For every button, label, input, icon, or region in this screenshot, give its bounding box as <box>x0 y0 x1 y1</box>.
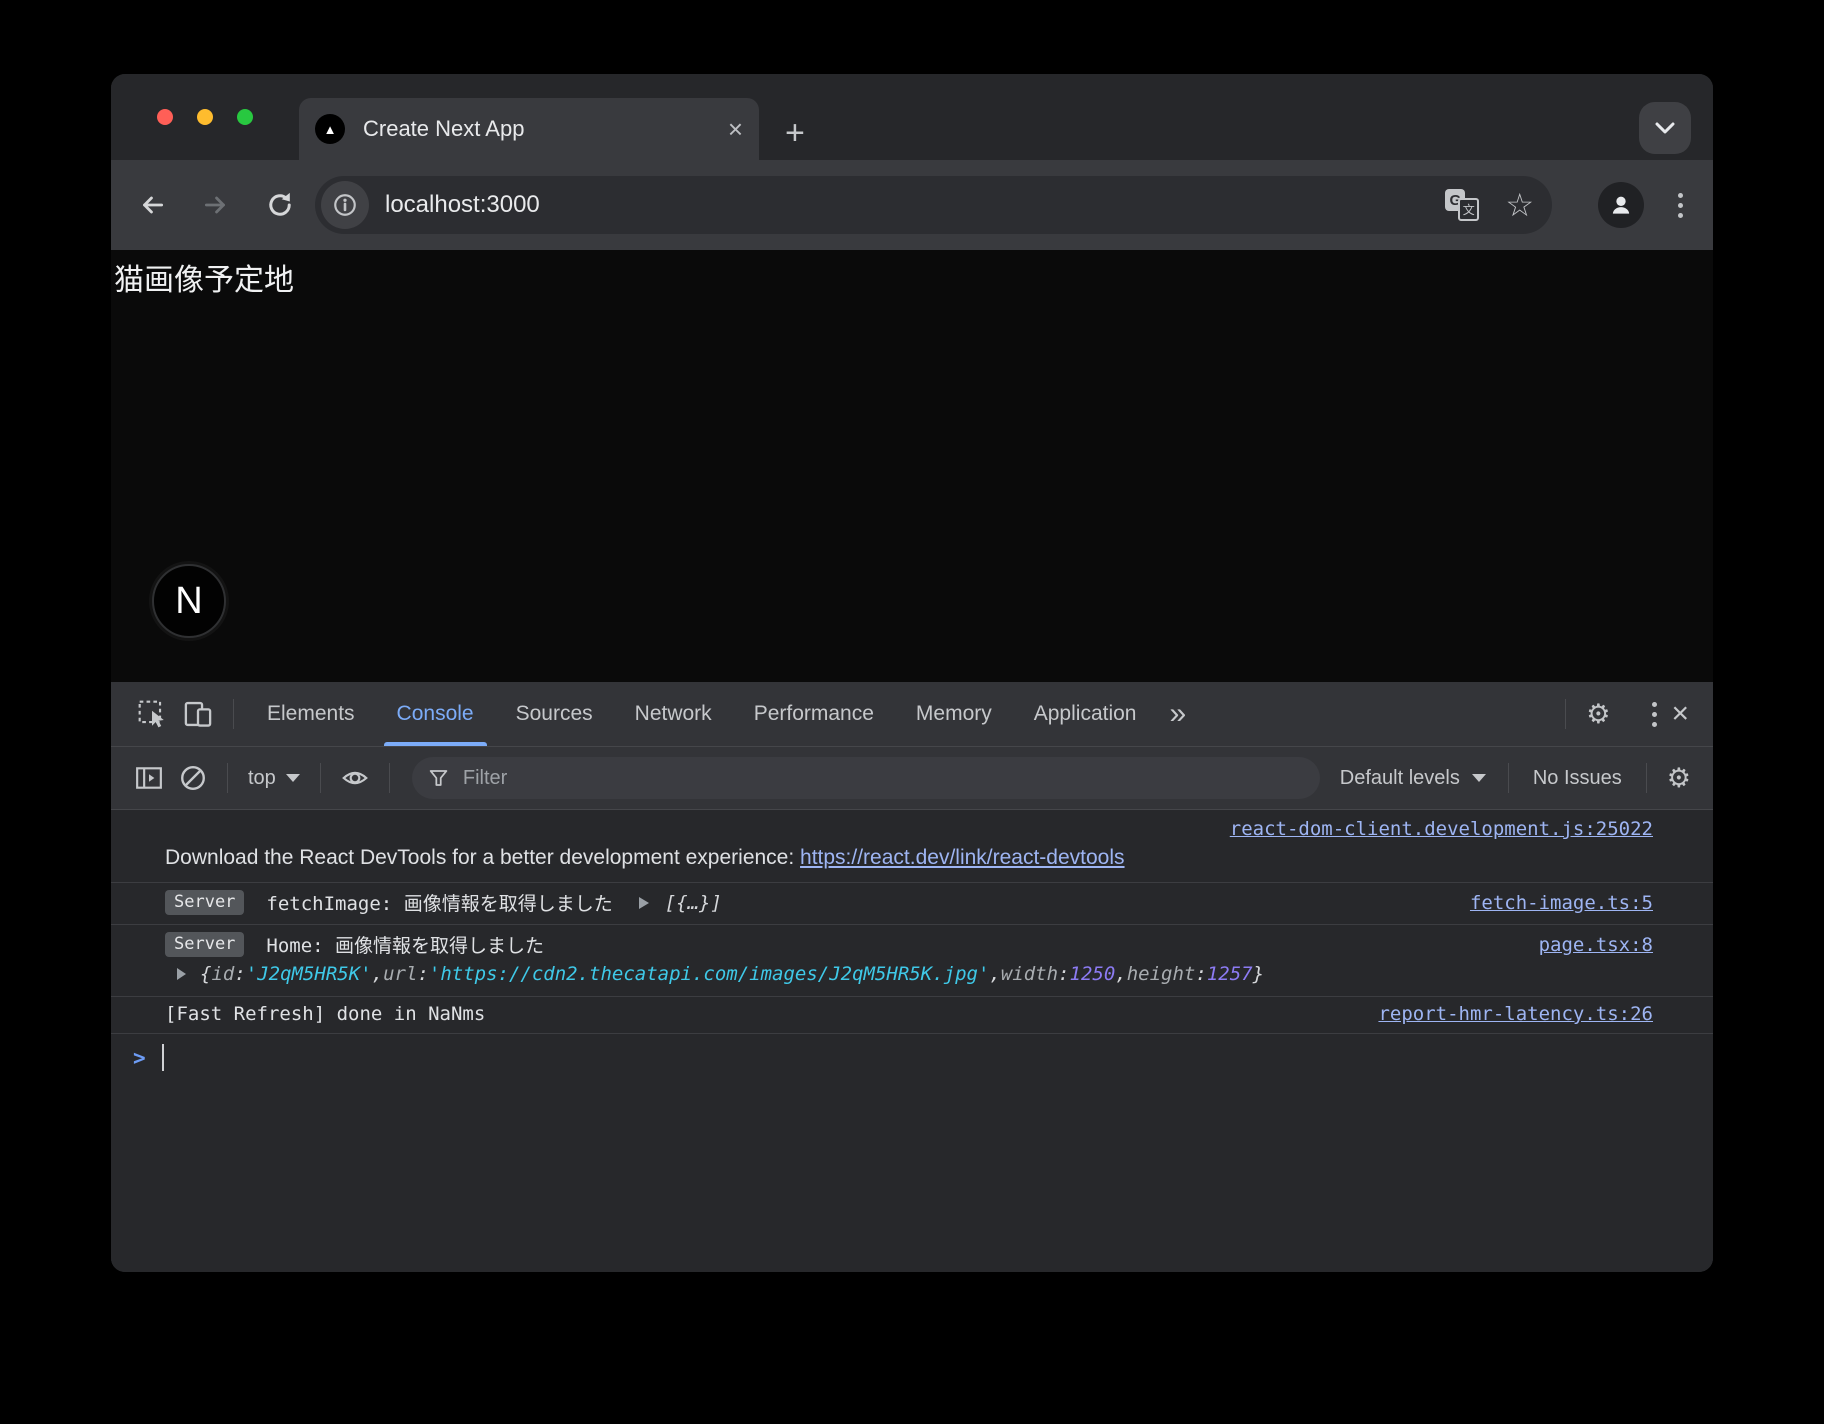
bookmark-star-icon[interactable]: ☆ <box>1505 189 1534 221</box>
devtools-tab-bar: Elements Console Sources Network Perform… <box>111 682 1713 747</box>
circle-slash-icon <box>179 764 207 792</box>
minimize-window-button[interactable] <box>197 109 213 125</box>
issues-counter[interactable]: No Issues <box>1521 767 1634 790</box>
expand-triangle-icon[interactable] <box>639 897 649 909</box>
chevron-down-icon <box>286 774 300 782</box>
more-tabs-icon[interactable]: » <box>1157 699 1198 729</box>
inspect-cursor-icon <box>137 699 167 729</box>
devtools-settings-button[interactable]: ⚙ <box>1578 701 1618 728</box>
inspect-element-button[interactable] <box>129 699 175 729</box>
text-caret <box>162 1044 164 1071</box>
zoom-window-button[interactable] <box>237 109 253 125</box>
site-info-button[interactable] <box>321 181 369 229</box>
console-prompt[interactable]: > <box>111 1034 1713 1081</box>
expanded-object: {id: 'J2qM5HR5K', url: 'https://cdn2.the… <box>165 958 1653 988</box>
tab-console[interactable]: Console <box>376 682 495 746</box>
profile-avatar[interactable] <box>1598 182 1644 228</box>
console-messages: react-dom-client.development.js:25022 Do… <box>111 810 1713 1272</box>
source-link[interactable]: report-hmr-latency.ts:26 <box>1358 1003 1653 1025</box>
source-link[interactable]: page.tsx:8 <box>1519 934 1653 956</box>
back-button[interactable] <box>137 190 167 220</box>
info-icon <box>332 192 358 218</box>
url-text[interactable]: localhost:3000 <box>385 191 540 219</box>
console-toolbar: top Default l <box>111 747 1713 810</box>
tab-close-icon[interactable]: × <box>728 116 743 142</box>
live-expression-button[interactable] <box>333 764 377 792</box>
tab-search-button[interactable] <box>1639 102 1691 154</box>
console-filter[interactable] <box>412 757 1320 799</box>
tab-network[interactable]: Network <box>614 682 733 746</box>
translate-icon[interactable]: G 文 <box>1445 189 1479 221</box>
console-message-home: Server Home: 画像情報を取得しました page.tsx:8 {id:… <box>111 925 1713 997</box>
page-viewport: 猫画像予定地 N <box>111 250 1713 682</box>
page-heading: 猫画像予定地 <box>114 255 294 299</box>
nextjs-logo-letter: N <box>175 580 202 623</box>
filter-input[interactable] <box>461 766 1304 791</box>
log-levels-selector[interactable]: Default levels <box>1330 767 1496 790</box>
traffic-lights <box>157 74 253 160</box>
tab-application[interactable]: Application <box>1013 682 1158 746</box>
devtools-menu-button[interactable] <box>1648 698 1661 731</box>
source-link[interactable]: react-dom-client.development.js:25022 <box>1230 818 1653 840</box>
forward-button[interactable] <box>201 190 231 220</box>
devtools-close-icon[interactable]: × <box>1661 699 1699 729</box>
screen: ▲ Create Next App × + <box>0 0 1824 1424</box>
console-sidebar-button[interactable] <box>127 765 171 791</box>
browser-window: ▲ Create Next App × + <box>111 74 1713 1272</box>
browser-toolbar: localhost:3000 G 文 ☆ <box>111 160 1713 250</box>
chevron-down-icon <box>1472 774 1486 782</box>
console-message-fetchimage: Server fetchImage: 画像情報を取得しました [{…}] fet… <box>111 883 1713 925</box>
tab-strip: ▲ Create Next App × + <box>111 74 1713 160</box>
address-bar[interactable]: localhost:3000 G 文 ☆ <box>315 176 1552 234</box>
react-devtools-link[interactable]: https://react.dev/link/react-devtools <box>800 846 1125 869</box>
nextjs-favicon-icon: ▲ <box>315 114 345 144</box>
device-toolbar-button[interactable] <box>175 699 221 729</box>
tab-performance[interactable]: Performance <box>733 682 895 746</box>
console-message-fast-refresh: [Fast Refresh] done in NaNms report-hmr-… <box>111 997 1713 1034</box>
tab-title: Create Next App <box>363 116 524 142</box>
chevron-down-icon <box>1654 121 1676 135</box>
gear-icon: ⚙ <box>1667 765 1691 792</box>
message-text: [Fast Refresh] done in NaNms <box>165 1003 485 1025</box>
tab-memory[interactable]: Memory <box>895 682 1013 746</box>
new-tab-button[interactable]: + <box>777 116 813 150</box>
object-preview[interactable]: [{…}] <box>665 892 722 914</box>
person-icon <box>1608 192 1634 218</box>
message-text: Download the React DevTools for a better… <box>165 846 800 869</box>
clear-console-button[interactable] <box>171 764 215 792</box>
eye-icon <box>341 764 369 792</box>
console-settings-button[interactable]: ⚙ <box>1659 765 1699 792</box>
source-link[interactable]: fetch-image.ts:5 <box>1450 892 1653 914</box>
console-message-react-devtools: react-dom-client.development.js:25022 Do… <box>111 810 1713 883</box>
device-toolbar-icon <box>183 699 213 729</box>
message-text: fetchImage: 画像情報を取得しました <box>266 889 612 916</box>
context-selector[interactable]: top <box>240 767 308 790</box>
tab-elements[interactable]: Elements <box>246 682 376 746</box>
server-badge: Server <box>165 932 244 957</box>
gear-icon: ⚙ <box>1586 701 1610 728</box>
close-window-button[interactable] <box>157 109 173 125</box>
reload-button[interactable] <box>265 190 295 220</box>
prompt-chevron-icon: > <box>133 1046 146 1070</box>
expand-triangle-icon[interactable] <box>177 968 186 980</box>
server-badge: Server <box>165 890 244 915</box>
browser-tab[interactable]: ▲ Create Next App × <box>299 98 759 160</box>
nextjs-dev-indicator[interactable]: N <box>152 564 226 638</box>
devtools-panel: Elements Console Sources Network Perform… <box>111 682 1713 1272</box>
browser-menu-button[interactable] <box>1674 189 1687 222</box>
tab-sources[interactable]: Sources <box>495 682 614 746</box>
sidebar-panel-icon <box>135 765 163 791</box>
filter-funnel-icon <box>428 767 449 789</box>
message-text: Home: 画像情報を取得しました <box>266 931 544 958</box>
